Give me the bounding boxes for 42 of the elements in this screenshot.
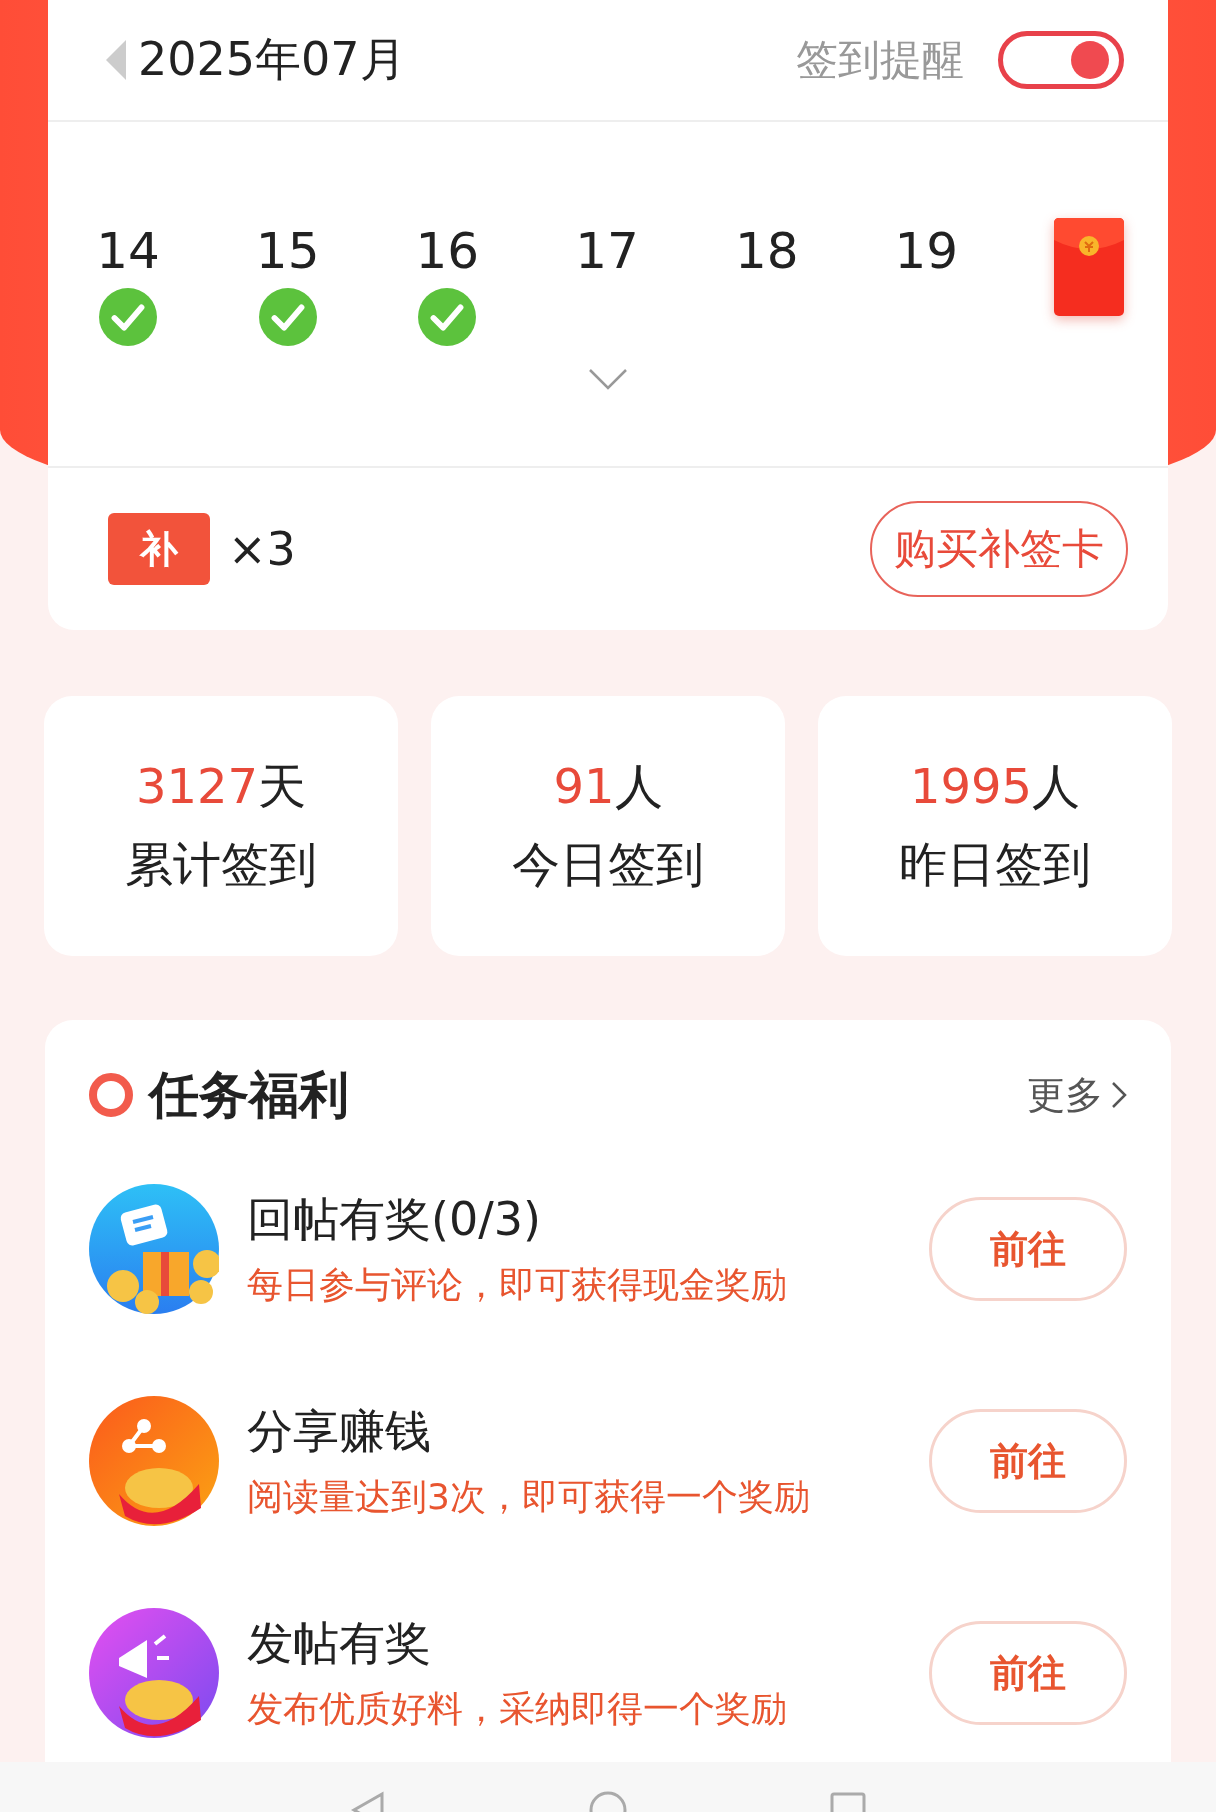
home-icon[interactable] bbox=[588, 1790, 628, 1812]
task-description: 发布优质好料，采纳即得一个奖励 bbox=[247, 1686, 788, 1731]
checked-icon bbox=[258, 288, 317, 346]
stat-value: 3127天 bbox=[135, 757, 307, 816]
task-description: 每日参与评论，即可获得现金奖励 bbox=[247, 1262, 788, 1307]
section-title: 任务福利 bbox=[149, 1064, 349, 1126]
checked-icon bbox=[418, 288, 477, 346]
comment-reward-icon bbox=[89, 1184, 219, 1314]
previous-month-icon[interactable] bbox=[106, 40, 126, 80]
day-number: 15 bbox=[255, 226, 320, 276]
stat-label: 昨日签到 bbox=[899, 835, 1091, 894]
task-title: 回帖有奖(0/3) bbox=[247, 1190, 542, 1248]
makeup-card-icon: 补 bbox=[108, 513, 210, 585]
stat-label: 今日签到 bbox=[512, 835, 704, 894]
go-button[interactable]: 前往 bbox=[929, 1409, 1127, 1513]
day-number: 19 bbox=[894, 226, 959, 276]
chevron-right-icon bbox=[1111, 1081, 1127, 1109]
reminder-label: 签到提醒 bbox=[796, 34, 964, 86]
day-number: 18 bbox=[734, 226, 799, 276]
month-title: 2025年07月 bbox=[138, 31, 406, 88]
envelope-icon[interactable] bbox=[1054, 218, 1125, 316]
stat-value: 91人 bbox=[553, 757, 663, 816]
share-reward-icon bbox=[89, 1396, 219, 1526]
task-description: 阅读量达到3次，即可获得一个奖励 bbox=[247, 1474, 811, 1519]
task-title: 发帖有奖 bbox=[247, 1614, 432, 1672]
expand-chevron-icon[interactable] bbox=[588, 368, 628, 390]
checked-icon bbox=[99, 288, 157, 346]
task-title: 分享赚钱 bbox=[247, 1402, 432, 1460]
makeup-card-count: ×3 bbox=[228, 522, 296, 576]
post-reward-icon bbox=[89, 1608, 219, 1738]
go-button[interactable]: 前往 bbox=[929, 1197, 1127, 1301]
stat-value: 1995人 bbox=[909, 757, 1081, 816]
more-link[interactable]: 更多 bbox=[1027, 1069, 1127, 1121]
stat-label: 累计签到 bbox=[125, 835, 317, 894]
recent-apps-icon[interactable] bbox=[828, 1790, 868, 1812]
day-number: 17 bbox=[575, 226, 639, 276]
day-number: 16 bbox=[415, 226, 480, 276]
buy-makeup-card-button[interactable]: 购买补签卡 bbox=[870, 501, 1128, 597]
section-marker-icon bbox=[89, 1073, 133, 1117]
go-button[interactable]: 前往 bbox=[929, 1621, 1127, 1725]
reminder-toggle[interactable] bbox=[998, 31, 1124, 89]
day-number: 14 bbox=[96, 226, 160, 276]
